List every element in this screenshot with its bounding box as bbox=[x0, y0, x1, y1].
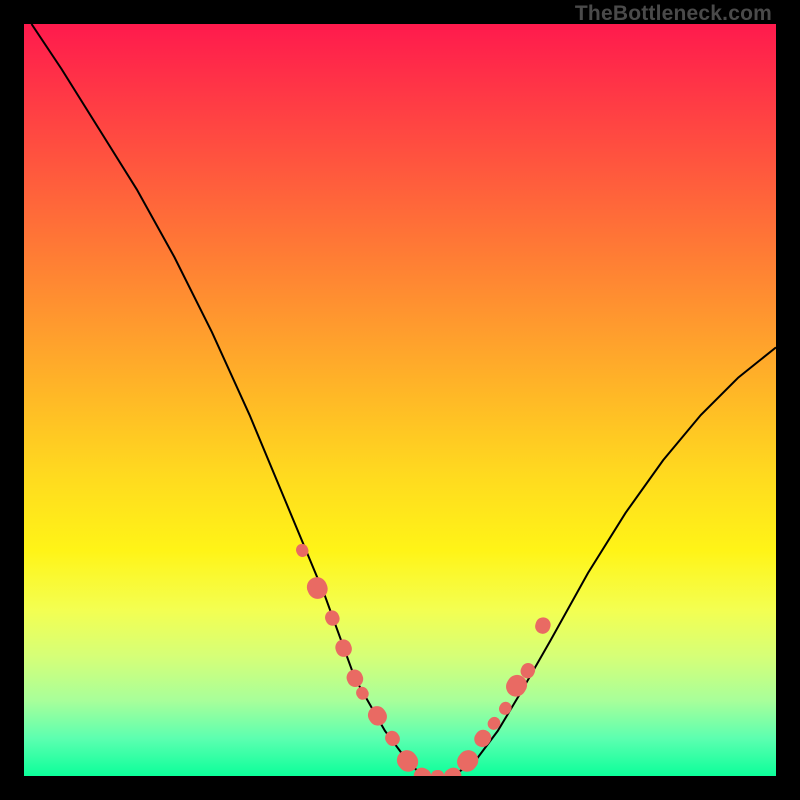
marker-point bbox=[344, 667, 366, 689]
marker-point bbox=[431, 770, 444, 776]
marker-point bbox=[533, 615, 552, 635]
marker-group bbox=[294, 542, 552, 776]
marker-point bbox=[323, 608, 342, 628]
marker-point bbox=[304, 574, 331, 602]
marker-point bbox=[333, 637, 354, 659]
marker-point bbox=[354, 685, 371, 702]
marker-point bbox=[471, 727, 494, 751]
marker-point bbox=[497, 700, 514, 717]
bottleneck-curve bbox=[32, 24, 776, 776]
plot-area bbox=[24, 24, 776, 776]
watermark-text: TheBottleneck.com bbox=[575, 2, 772, 26]
chart-svg bbox=[24, 24, 776, 776]
outer-frame: TheBottleneck.com bbox=[0, 0, 800, 800]
marker-point bbox=[364, 703, 390, 729]
marker-point bbox=[485, 714, 503, 732]
